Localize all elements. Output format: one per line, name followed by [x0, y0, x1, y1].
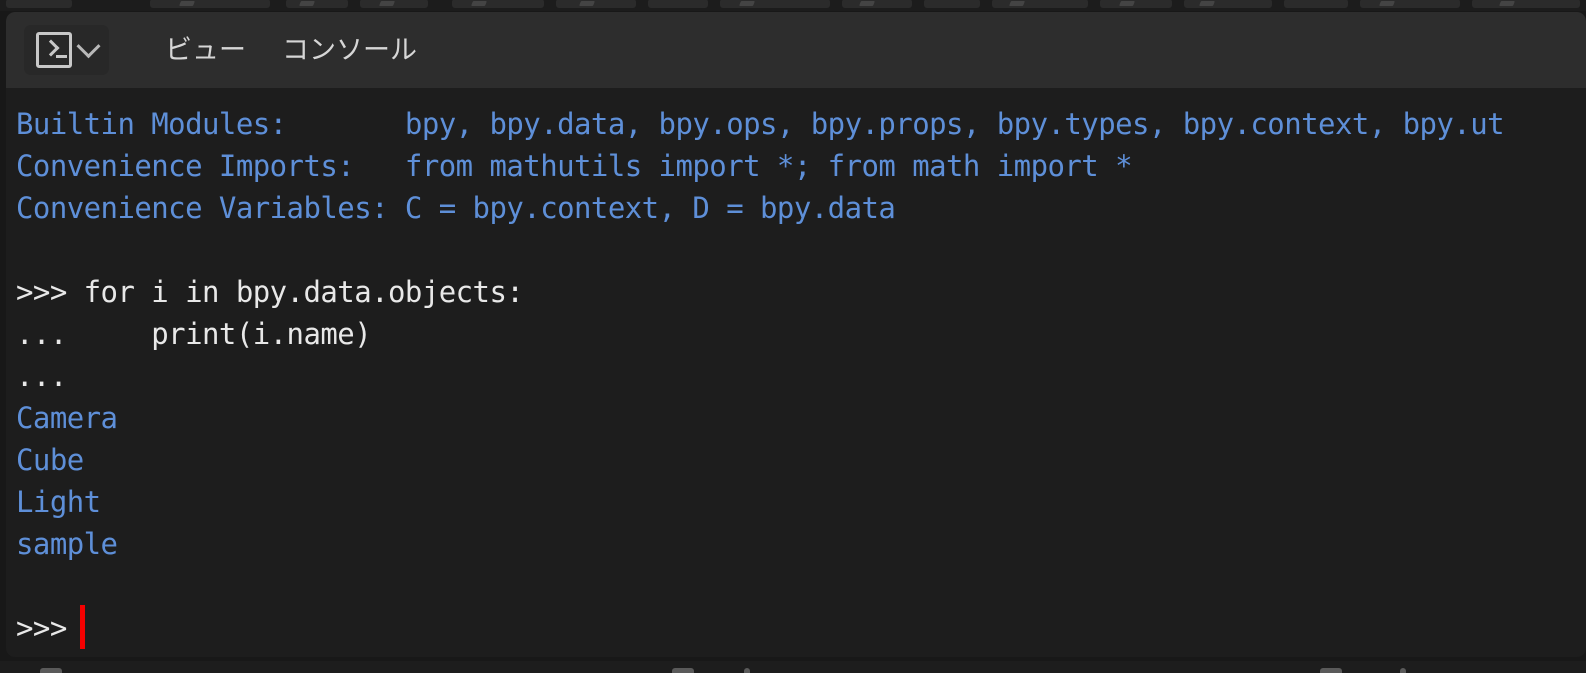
blender-window: ビュー コンソール Builtin Modules: bpy, bpy.data… [0, 0, 1586, 673]
console-line-output-camera: Camera [16, 401, 118, 435]
text-cursor [80, 605, 85, 649]
console-line-command-for: >>> for i in bpy.data.objects: [16, 275, 524, 309]
console-output-area[interactable]: Builtin Modules: bpy, bpy.data, bpy.ops,… [6, 88, 1586, 657]
menu-item-view[interactable]: ビュー [147, 29, 264, 72]
console-line-output-light: Light [16, 485, 101, 519]
editor-type-selector[interactable] [24, 25, 109, 75]
bottom-clipped-editor-strip [0, 661, 1586, 673]
console-icon [36, 32, 72, 68]
top-clipped-editor-strip [0, 0, 1586, 11]
console-line-output-sample: sample [16, 527, 118, 561]
console-line-output-cube: Cube [16, 443, 84, 477]
menu-item-console[interactable]: コンソール [264, 29, 435, 72]
editor-header-bar: ビュー コンソール [6, 12, 1586, 88]
console-line-command-print: ... print(i.name) [16, 317, 372, 351]
console-line-convenience-variables: Convenience Variables: C = bpy.context, … [16, 191, 896, 225]
chevron-down-icon [76, 33, 101, 58]
python-console-editor: ビュー コンソール Builtin Modules: bpy, bpy.data… [6, 12, 1586, 657]
console-line-convenience-imports: Convenience Imports: from mathutils impo… [16, 149, 1133, 183]
console-line-builtin-modules: Builtin Modules: bpy, bpy.data, bpy.ops,… [16, 107, 1505, 141]
console-prompt-active[interactable]: >>> [16, 607, 84, 649]
menu-bar: ビュー コンソール [147, 25, 435, 75]
console-line-command-continuation: ... [16, 359, 84, 393]
